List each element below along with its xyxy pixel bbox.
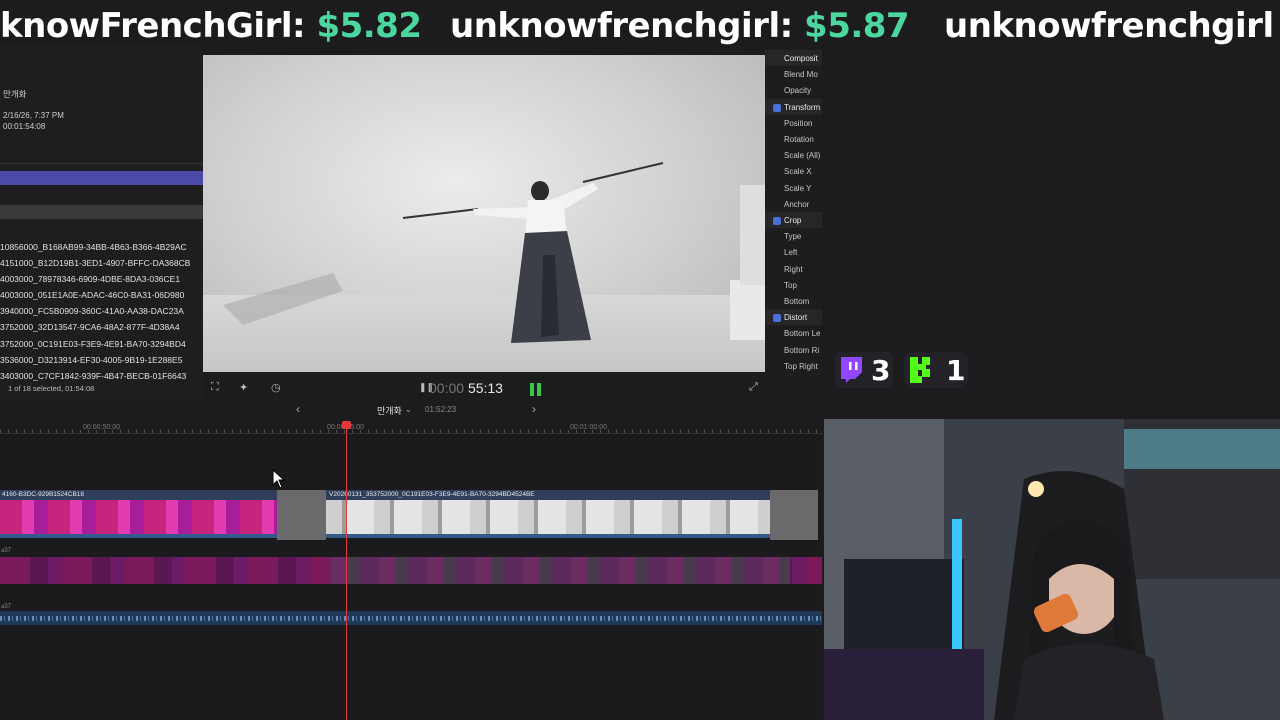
ticker-item: unknowfrenchgirl: $5.87 [450,4,910,48]
timecode-display[interactable]: 00:00 55:13 [429,380,503,396]
project-duration: 01:52:23 [425,405,457,414]
transition[interactable] [770,490,818,540]
forward-arrow-icon[interactable]: › [532,402,536,416]
inspector-row-label[interactable]: Rotation [784,135,814,144]
inspector-checkbox[interactable] [773,103,781,112]
inspector-row-label[interactable]: Bottom Le [784,329,820,338]
ticker-item: unknowfrenchgirl [944,4,1274,48]
transform-icon[interactable]: ⛶ [211,381,219,394]
ticker-donor: knowFrenchGirl: [0,6,306,46]
inspector-row-label[interactable]: Position [784,119,812,128]
event-browser: 만개화 2/16/26, 7:37 PM 00:01:54:08 1085600… [0,44,203,400]
inspector-row-label[interactable]: Bottom [784,297,809,306]
inspector-row-label[interactable]: Left [784,248,797,257]
twitch-icon [841,357,862,383]
filmstrip-row[interactable] [0,205,203,219]
inspector-row-label[interactable]: Distort [784,313,807,322]
twitch-viewer-count: 3 [871,354,891,387]
list-item[interactable]: 3752000_0C191E03-F3E9-4E91-BA70-3294BD4 [0,336,203,352]
inspector-row-label[interactable]: Type [784,232,801,241]
twitch-viewer-counter: 3 [834,352,894,388]
ticker-item: knowFrenchGirl: $5.82 [0,4,422,48]
ruler-label: 00:00:50:00 [83,424,120,431]
divider [0,163,203,164]
ticker-amount: $5.87 [804,6,910,46]
ticker-donor: unknowfrenchgirl [944,6,1274,46]
video-inspector: Composit Blend Mo Opacity Transform Position… [765,44,822,384]
inspector-row-label[interactable]: Bottom Ri [784,346,819,355]
ruler-label: 00:01:00:00 [570,424,607,431]
track-label: a37 [1,604,12,610]
inspector-row-label[interactable]: Crop [784,216,801,225]
timecode-dim: 00:00 [429,380,465,396]
inspector-row-label[interactable]: Transform [784,103,820,112]
inspector-row-label[interactable]: Scale Y [784,184,811,193]
chevron-down-icon[interactable]: ⌄ [405,405,412,414]
kick-icon [910,357,930,383]
magic-wand-icon[interactable]: ✦ [239,381,248,394]
clip-title: V20260131_353752000_0C191E03-F3E9-4E91-B… [329,491,535,498]
playhead[interactable] [346,424,347,720]
kick-viewer-counter: 1 [904,352,968,388]
audio-meter [530,383,542,396]
connected-clip[interactable] [330,557,790,584]
list-item[interactable]: 4151000_B12D19B1-3ED1-4907-BFFC-DA368CB [0,255,203,271]
inspector-row-label[interactable]: Composit [784,54,818,63]
kick-viewer-count: 1 [946,354,966,387]
project-name[interactable]: 만개화 [377,404,402,417]
webcam-scene [824,419,1280,720]
mouse-cursor-icon [272,469,286,489]
timecode-bright: 55:13 [467,380,503,396]
list-item[interactable]: 3752000_32D13547-9CA6-48A2-877F-4D38A4 [0,319,203,335]
timeline-ruler[interactable] [0,420,822,434]
list-item[interactable]: 4003000_78978346-6909-4DBE-8DA3-036CE1 [0,271,203,287]
clip-title: 4160-B3DC-929B1524CB18 [2,491,85,498]
inspector-checkbox[interactable] [773,217,781,225]
track-label: a37 [1,548,12,554]
inspector-row-label[interactable]: Blend Mo [784,70,818,79]
selection-status: 1 of 18 selected, 01:54:08 [8,384,95,393]
video-clip[interactable] [0,500,277,538]
inspector-row-label[interactable]: Scale X [784,167,812,176]
donation-ticker: knowFrenchGirl: $5.82 unknowfrenchgirl: … [0,0,1280,52]
list-item[interactable]: 3403000_C7CF1842-939F-4B47-BECB-01F6643 [0,368,203,384]
event-duration: 00:01:54:08 [3,122,46,131]
inspector-row-label[interactable]: Scale (All) [784,151,820,160]
inspector-row-label[interactable]: Top [784,281,797,290]
ticker-amount: $5.82 [316,6,422,46]
selected-filmstrip[interactable] [0,171,203,185]
fullscreen-icon[interactable]: ⤢ [749,381,758,394]
inspector-row-label[interactable]: Anchor [784,200,809,209]
list-item[interactable]: 3940000_FC5B0909-360C-41A0-AA38-DAC23A [0,303,203,319]
audio-waveform [0,616,822,621]
event-date: 2/16/26, 7:37 PM [3,111,64,120]
list-item[interactable]: 10856000_B168AB99-34BB-4B63-B366-4B29AC [0,239,203,255]
list-item[interactable]: 4003000_051E1A0E-ADAC-46C0-BA31-06D980 [0,287,203,303]
speed-icon[interactable]: ◷ [271,381,281,394]
video-clip[interactable] [326,500,770,538]
back-arrow-icon[interactable]: ‹ [296,402,300,416]
clip-list: 10856000_B168AB99-34BB-4B63-B366-4B29AC … [0,239,203,384]
transition[interactable] [277,490,326,540]
video-viewer[interactable] [203,55,765,372]
inspector-row-label[interactable]: Top Right [784,362,818,371]
inspector-row-label[interactable]: Opacity [784,86,811,95]
inspector-row-label[interactable]: Right [784,265,803,274]
event-name: 만개화 [3,89,27,99]
webcam-feed [824,419,1280,720]
dancer-figure [223,162,765,343]
ticker-donor: unknowfrenchgirl: [450,6,793,46]
inspector-checkbox[interactable] [773,314,781,323]
list-item[interactable]: 3536000_D3213914-EF30-4005-9B19-1E288E5 [0,352,203,368]
